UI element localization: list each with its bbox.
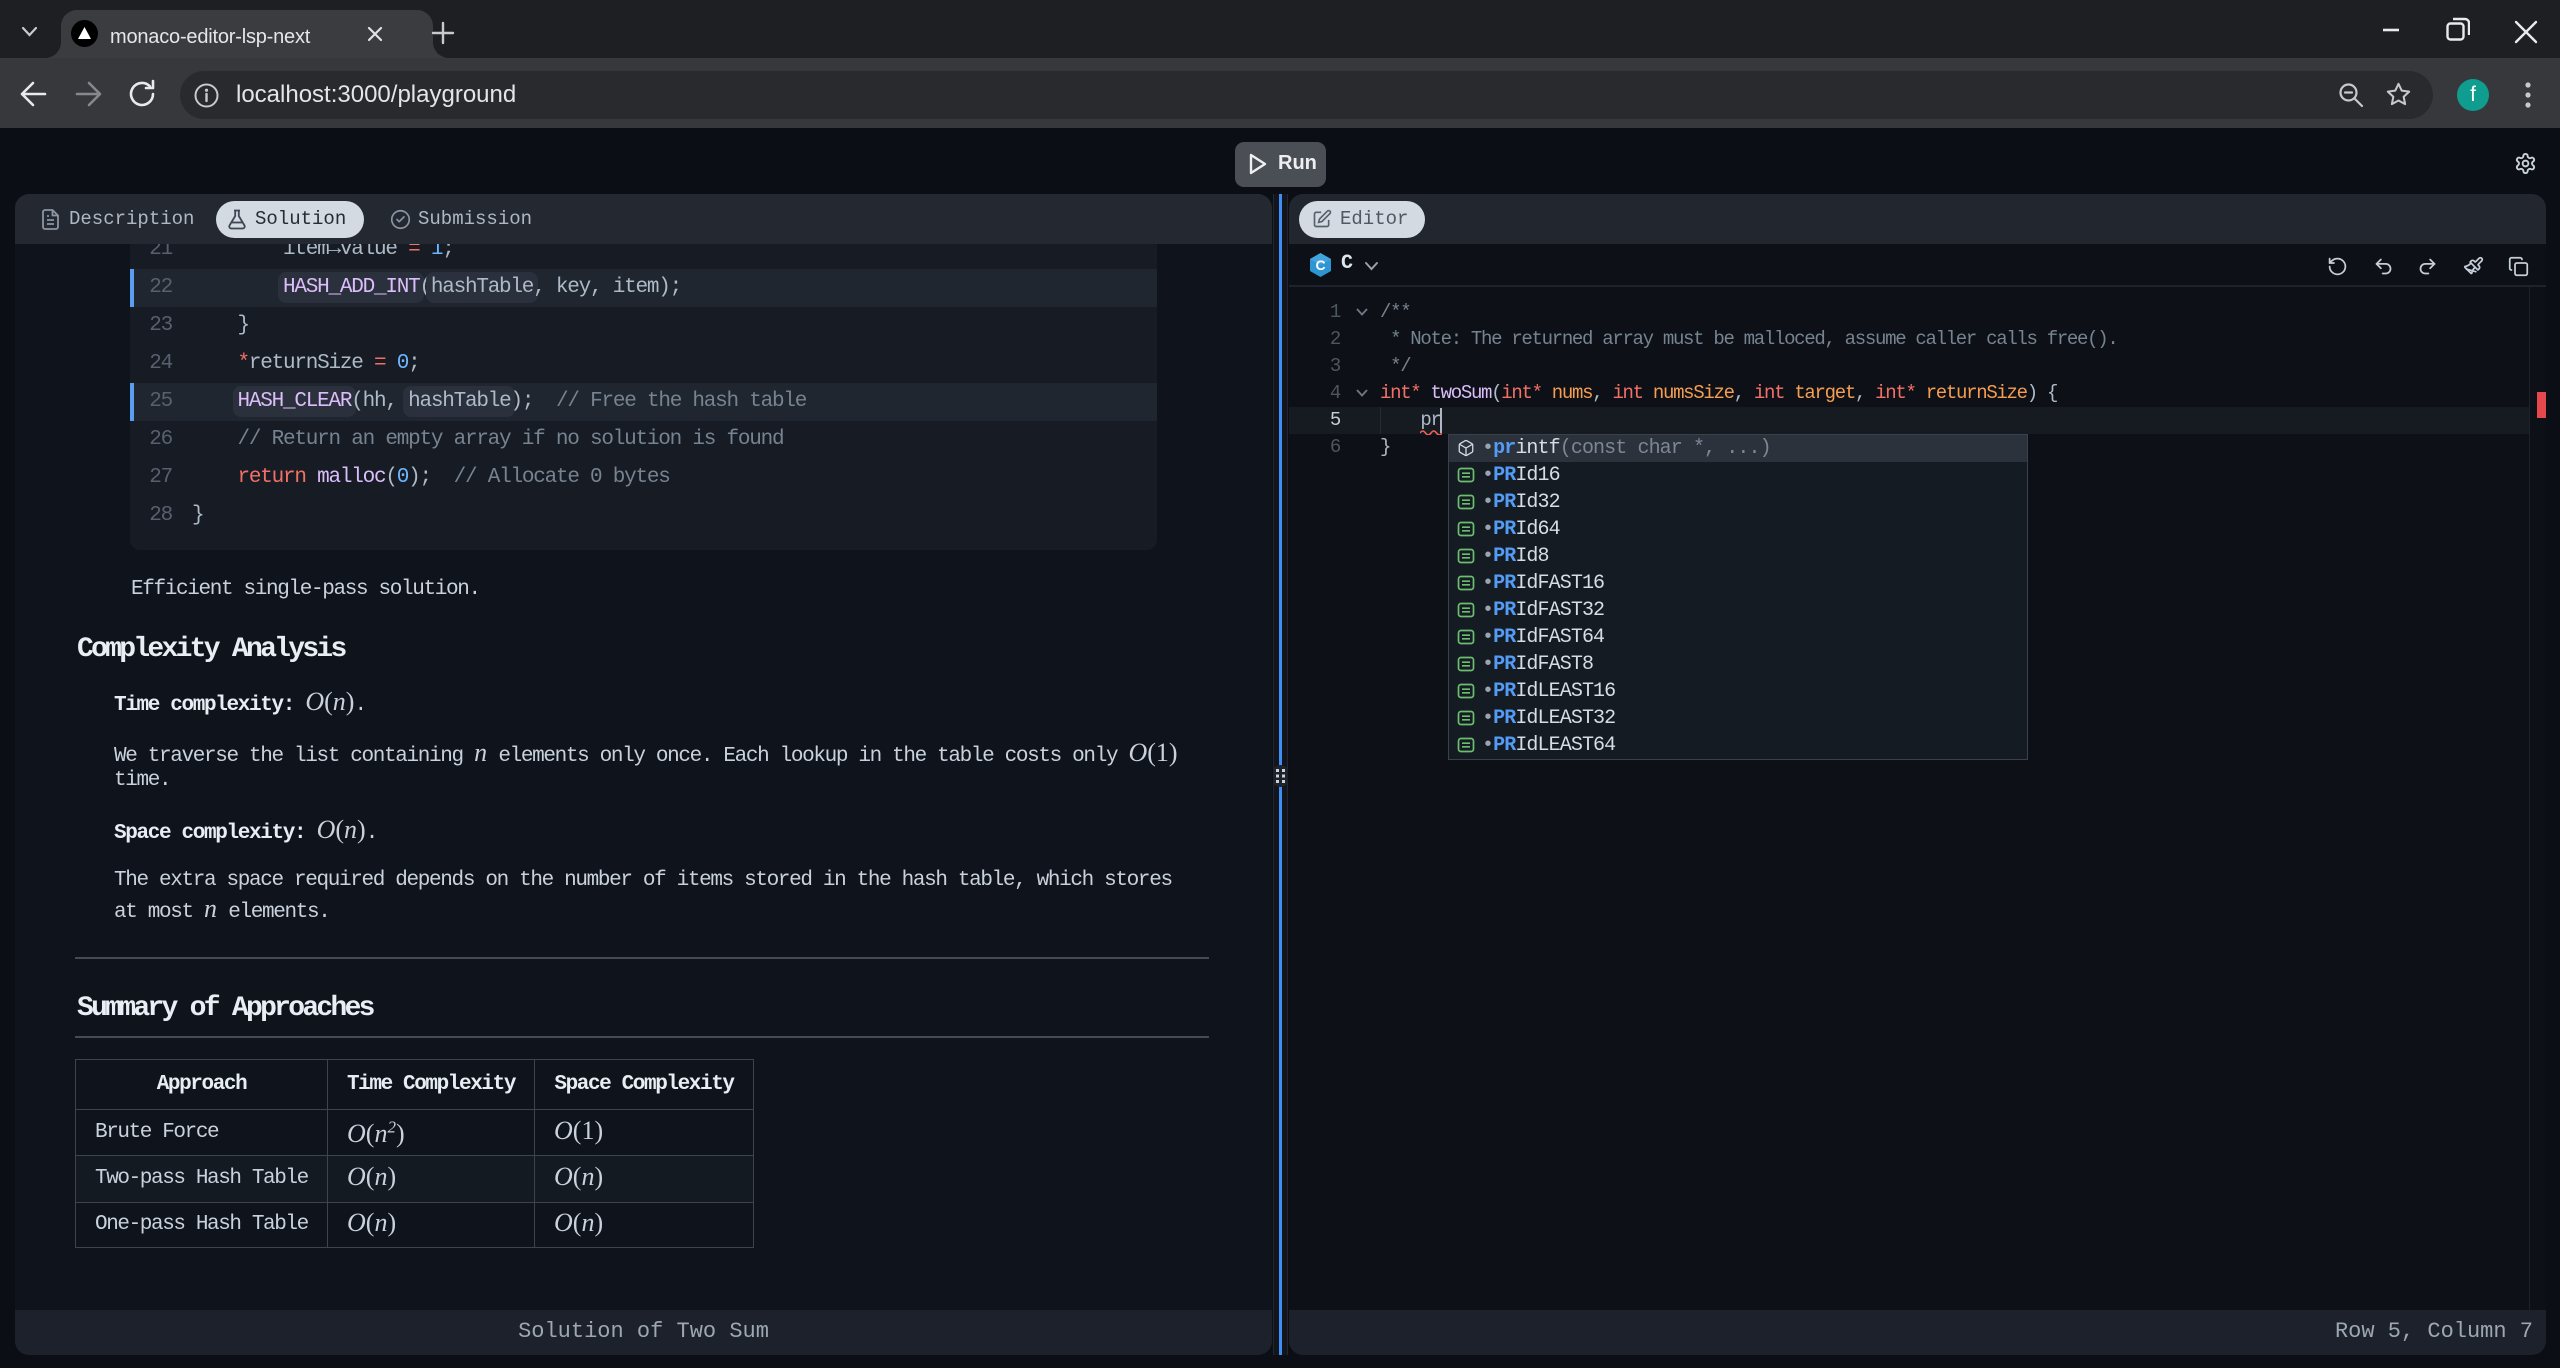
svg-text:C: C	[1315, 257, 1325, 273]
